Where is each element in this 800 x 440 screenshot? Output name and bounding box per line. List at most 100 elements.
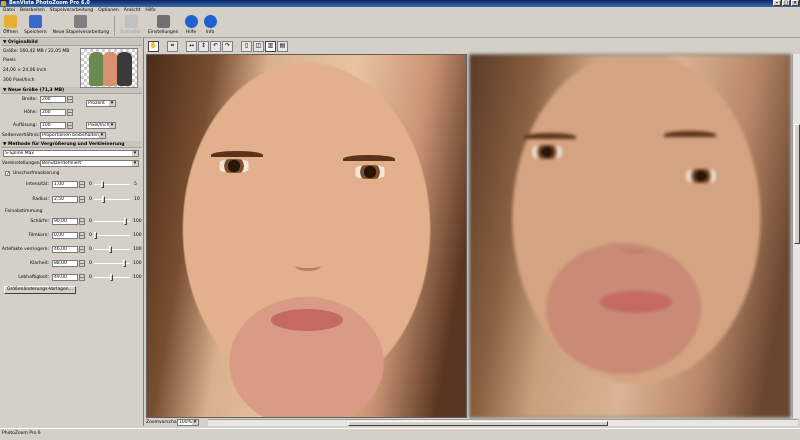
flip-horizontal-icon[interactable]: ↔: [186, 40, 197, 52]
original-dpi-text: 300 Pixel/Inch: [3, 78, 35, 83]
artifact-label: Artefakte verringern:: [1, 247, 49, 252]
radius-slider[interactable]: [94, 196, 130, 203]
vividness-max: 100: [133, 275, 142, 280]
info-button[interactable]: Info: [201, 14, 220, 37]
portrait-brow: [343, 155, 395, 163]
new-batch-button[interactable]: Neue Stapelverarbeitung: [50, 14, 113, 37]
settings-panel: ▼ Originalbild Größe: 160,42 MB / 22,05 …: [0, 38, 144, 426]
slider-thumb[interactable]: [109, 246, 112, 253]
menu-ansicht[interactable]: Ansicht: [124, 7, 141, 14]
vividness-input[interactable]: 49,00: [52, 274, 78, 281]
close-doc-button[interactable]: Schließen: [117, 14, 145, 37]
sharpness-slider[interactable]: [94, 218, 130, 225]
artifact-spinner[interactable]: [79, 246, 85, 253]
unit-select[interactable]: Prozent: [86, 100, 116, 107]
intensity-min: 0: [89, 182, 92, 187]
minimize-button[interactable]: –: [773, 0, 781, 6]
split-dual-icon[interactable]: ▥: [265, 40, 276, 52]
original-image-section[interactable]: ▼ Originalbild: [1, 39, 142, 46]
clarity-input[interactable]: 88,00: [52, 260, 78, 267]
artifact-input[interactable]: 46,00: [52, 246, 78, 253]
menu-hilfe[interactable]: Hilfe: [145, 7, 155, 14]
clarity-slider[interactable]: [94, 260, 130, 267]
slider-thumb[interactable]: [110, 274, 113, 281]
film-grain-slider[interactable]: [94, 232, 130, 239]
single-view-icon[interactable]: ▯: [241, 40, 252, 52]
new-size-section[interactable]: ▼ Neue Größe (71,3 MB): [1, 87, 142, 94]
vividness-slider[interactable]: [94, 274, 130, 281]
split-horizontal-icon[interactable]: ▤: [277, 40, 288, 52]
resolution-spinner[interactable]: [67, 122, 73, 129]
portrait-eye: [215, 159, 253, 173]
intensity-slider[interactable]: [94, 181, 130, 188]
preset-select[interactable]: Benutzerdefiniert: [40, 160, 139, 167]
toolbar-separator: [114, 16, 116, 36]
hand-tool-icon[interactable]: ✋: [148, 40, 159, 52]
clarity-spinner[interactable]: [79, 260, 85, 267]
film-grain-input[interactable]: 0,00: [52, 232, 78, 239]
rotate-left-icon[interactable]: ↶: [210, 40, 221, 52]
sharpness-min: 0: [89, 219, 92, 224]
menu-datei[interactable]: Datei: [3, 7, 15, 14]
height-input[interactable]: 200: [40, 109, 66, 116]
algorithm-select[interactable]: S-Spline Max: [3, 150, 139, 157]
clarity-max: 100: [133, 261, 142, 266]
menu-stapelverarbeitung[interactable]: Stapelverarbeitung: [50, 7, 93, 14]
original-preview-pane[interactable]: [146, 54, 467, 418]
method-section[interactable]: ▼ Methode für Vergrößerung und Verkleine…: [1, 141, 142, 148]
window-controls: – □ ×: [773, 0, 799, 6]
crop-icon[interactable]: ⌗: [167, 40, 178, 52]
rotate-right-icon[interactable]: ↷: [222, 40, 233, 52]
original-thumbnail[interactable]: [80, 48, 138, 88]
horizontal-scroll-thumb[interactable]: [348, 421, 608, 426]
open-button[interactable]: Öffnen: [0, 14, 21, 37]
resolution-input[interactable]: 100: [40, 122, 66, 129]
unsharp-checkbox[interactable]: ✓: [5, 171, 10, 177]
zoom-select[interactable]: 100%: [177, 419, 199, 426]
height-spinner[interactable]: [67, 109, 73, 116]
portrait-brow: [211, 151, 263, 159]
resolution-unit-select[interactable]: Pixel/Inch: [86, 122, 116, 129]
slider-thumb[interactable]: [124, 218, 127, 225]
intensity-input[interactable]: 1,00: [52, 181, 78, 188]
maximize-button[interactable]: □: [782, 0, 790, 6]
slider-thumb[interactable]: [102, 196, 105, 203]
portrait-eye: [682, 169, 720, 183]
help-button[interactable]: Hilfe: [182, 14, 201, 37]
film-grain-label: Filmkorn:: [28, 233, 49, 238]
ratio-label: Seitenverhältnis:: [2, 133, 41, 138]
intensity-spinner[interactable]: [79, 181, 85, 188]
close-window-button[interactable]: ×: [791, 0, 799, 6]
film-grain-spinner[interactable]: [79, 232, 85, 239]
width-input[interactable]: 200: [40, 96, 66, 103]
film-grain-min: 0: [89, 233, 92, 238]
resize-presets-button[interactable]: Größenänderungs-Vorlagen...: [4, 286, 76, 294]
radius-spinner[interactable]: [79, 196, 85, 203]
artifact-max: 100: [133, 247, 142, 252]
sharpness-spinner[interactable]: [79, 218, 85, 225]
radius-input[interactable]: 2,50: [52, 196, 78, 203]
settings-button[interactable]: Einstellungen: [145, 14, 182, 37]
resolution-label: Auflösung:: [13, 123, 37, 128]
vertical-scroll-thumb[interactable]: [794, 124, 800, 244]
width-spinner[interactable]: [67, 96, 73, 103]
slider-thumb[interactable]: [123, 260, 126, 267]
vividness-spinner[interactable]: [79, 274, 85, 281]
slider-thumb[interactable]: [94, 232, 97, 239]
split-vertical-icon[interactable]: ◫: [253, 40, 264, 52]
portrait-lips: [271, 309, 343, 331]
artifact-slider[interactable]: [94, 246, 130, 253]
sharpness-max: 100: [133, 219, 142, 224]
menu-bearbeiten[interactable]: Bearbeiten: [20, 7, 45, 14]
menu-optionen[interactable]: Optionen: [98, 7, 119, 14]
window-title: BenVista PhotoZoom Pro 6.0: [9, 0, 90, 6]
vertical-scrollbar[interactable]: [792, 54, 800, 418]
slider-thumb[interactable]: [101, 181, 104, 188]
save-button[interactable]: Speichern: [21, 14, 49, 37]
ratio-select[interactable]: Proportionen beibehalten: [40, 132, 106, 139]
flip-vertical-icon[interactable]: ↕: [198, 40, 209, 52]
preset-label: Voreinstellungen:: [2, 161, 42, 166]
horizontal-scrollbar[interactable]: [208, 419, 798, 426]
result-preview-pane[interactable]: [469, 54, 791, 418]
sharpness-input[interactable]: 90,00: [52, 218, 78, 225]
